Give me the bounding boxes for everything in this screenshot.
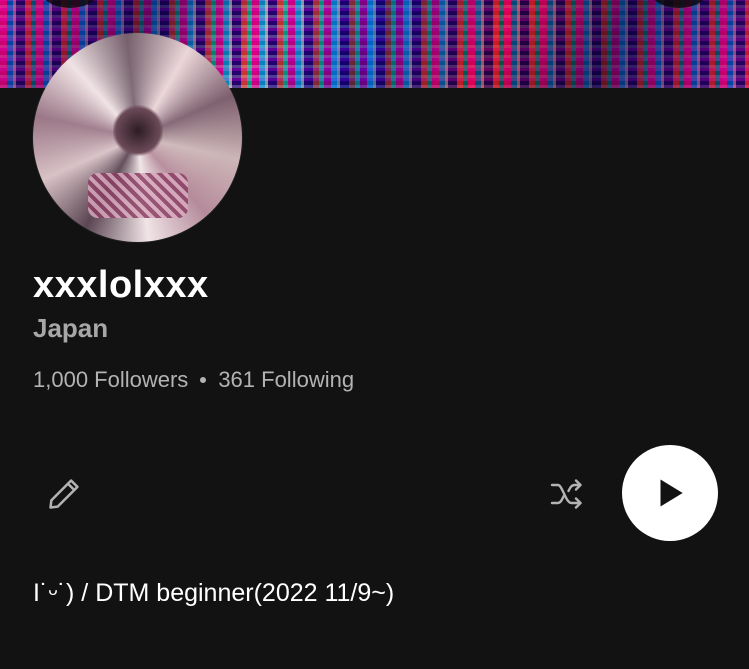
edit-profile-button[interactable] — [40, 470, 88, 518]
following-count[interactable]: 361 Following — [218, 366, 354, 394]
shuffle-icon — [550, 479, 582, 509]
shuffle-button[interactable] — [542, 470, 592, 518]
play-button[interactable] — [622, 445, 718, 541]
profile-location: Japan — [33, 313, 109, 343]
separator-dot — [200, 377, 207, 383]
profile-username: xxxlolxxx — [33, 264, 209, 306]
more-options-button[interactable] — [649, 0, 709, 8]
play-icon — [660, 479, 683, 507]
profile-bio: I˙ᵕ˙) / DTM beginner(2022 11/9~) — [33, 579, 395, 607]
profile-stats: 1,000 Followers 361 Following — [33, 366, 354, 394]
followers-count[interactable]: 1,000 Followers — [33, 366, 188, 394]
back-button[interactable] — [40, 0, 100, 8]
avatar[interactable] — [33, 33, 242, 242]
pencil-icon — [49, 479, 79, 509]
